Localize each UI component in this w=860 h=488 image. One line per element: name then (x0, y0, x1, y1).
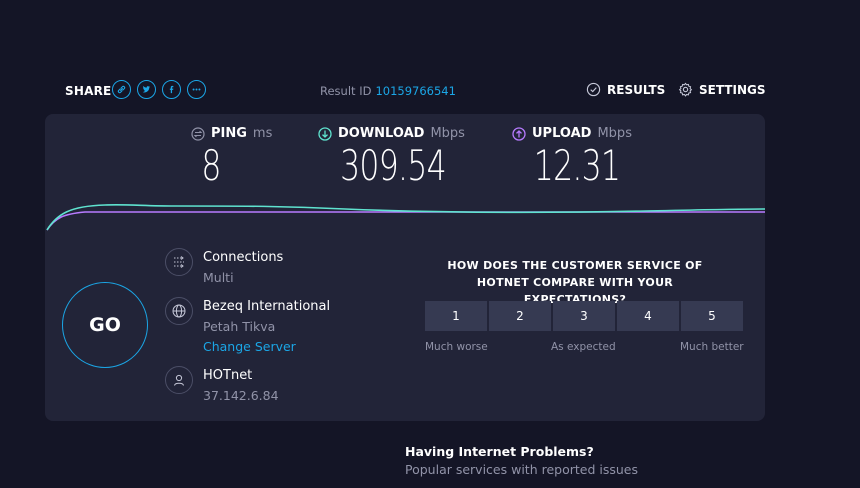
more-icon[interactable] (187, 80, 206, 99)
connections-icon (165, 248, 193, 276)
ping-value: 8 (201, 141, 221, 190)
upload-label: UPLOAD (532, 126, 592, 141)
connections-row: Connections Multi (165, 248, 283, 288)
twitter-icon[interactable] (137, 80, 156, 99)
results-button[interactable]: RESULTS (586, 82, 665, 97)
results-label: RESULTS (607, 82, 666, 97)
result-id-link[interactable]: 10159766541 (375, 84, 455, 98)
rating-option-2[interactable]: 2 (489, 301, 551, 331)
settings-label: SETTINGS (699, 82, 766, 97)
check-circle-icon (586, 82, 601, 97)
speed-graph (46, 203, 765, 231)
server-name: Bezeq International (203, 299, 331, 314)
isp-name: HOTnet (203, 368, 253, 383)
upload-value: 12.31 (533, 141, 621, 190)
upload-metric: UPLOAD Mbps 12.31 (512, 126, 642, 189)
ping-label: PING (211, 126, 247, 141)
download-unit: Mbps (430, 126, 465, 141)
isp-row: HOTnet 37.142.6.84 (165, 366, 279, 406)
problems-title: Having Internet Problems? (405, 444, 594, 459)
rating-high-label: Much better (680, 341, 744, 353)
ping-icon (191, 126, 205, 141)
upload-line (46, 211, 765, 231)
gear-icon (678, 82, 693, 97)
top-bar: SHARE Result ID 10159766541 RESULTS SETTI… (0, 0, 860, 120)
download-label: DOWNLOAD (338, 126, 425, 141)
result-id: Result ID 10159766541 (320, 84, 456, 98)
server-location: Petah Tikva (203, 319, 276, 334)
upload-unit: Mbps (597, 126, 632, 141)
server-row: Bezeq International Petah Tikva Change S… (165, 297, 330, 357)
rating-option-5[interactable]: 5 (681, 301, 743, 331)
isp-text: HOTnet 37.142.6.84 (203, 366, 279, 406)
rating-buttons: 1 2 3 4 5 (425, 301, 743, 331)
facebook-icon[interactable] (162, 80, 181, 99)
rating-mid-label: As expected (551, 341, 616, 353)
server-text: Bezeq International Petah Tikva Change S… (203, 297, 330, 357)
rating-option-1[interactable]: 1 (425, 301, 487, 331)
rating-option-3[interactable]: 3 (553, 301, 615, 331)
ping-header: PING ms (191, 126, 281, 141)
go-button[interactable]: GO (62, 282, 148, 368)
rating-option-4[interactable]: 4 (617, 301, 679, 331)
download-metric: DOWNLOAD Mbps 309.54 (318, 126, 468, 189)
upload-icon (512, 126, 526, 141)
result-id-label: Result ID (320, 84, 372, 98)
problems-subtitle: Popular services with reported issues (405, 462, 638, 477)
download-value: 309.54 (340, 141, 446, 190)
ping-unit: ms (252, 126, 273, 141)
user-icon (165, 366, 193, 394)
download-icon (318, 126, 332, 141)
share-label: SHARE (65, 84, 112, 98)
share-icons (112, 80, 206, 99)
result-panel: PING ms 8 DOWNLOAD Mbps 309.54 UPLOAD Mb… (45, 114, 765, 421)
globe-icon (165, 297, 193, 325)
isp-ip: 37.142.6.84 (203, 388, 279, 403)
settings-button[interactable]: SETTINGS (678, 82, 766, 97)
download-line (46, 203, 765, 231)
connections-value: Multi (203, 270, 234, 285)
connections-text: Connections Multi (203, 248, 283, 288)
ping-metric: PING ms 8 (191, 126, 281, 189)
connections-label: Connections (203, 250, 284, 265)
rating-low-label: Much worse (425, 341, 488, 353)
upload-header: UPLOAD Mbps (512, 126, 642, 141)
change-server-link[interactable]: Change Server (203, 337, 330, 357)
download-header: DOWNLOAD Mbps (318, 126, 468, 141)
link-icon[interactable] (112, 80, 131, 99)
